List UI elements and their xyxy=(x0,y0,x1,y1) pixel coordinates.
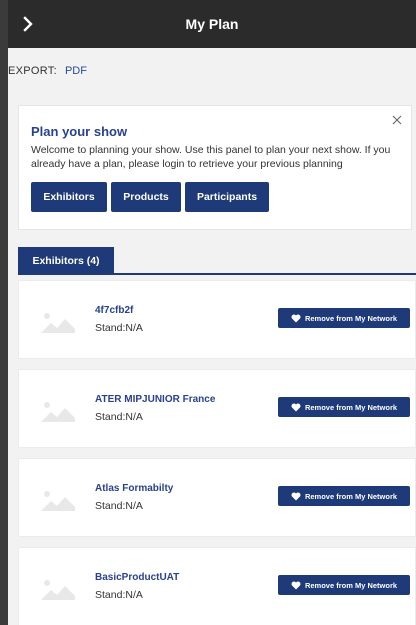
header-bar: My Plan xyxy=(8,0,416,48)
page-title: My Plan xyxy=(185,16,239,32)
plan-buttons: Exhibitors Products Participants xyxy=(31,182,269,212)
close-icon xyxy=(392,115,402,125)
image-placeholder-icon xyxy=(41,313,75,333)
collapse-panel-button[interactable] xyxy=(14,10,42,38)
chevron-right-icon xyxy=(23,16,33,32)
list-item: 4f7cfb2f Stand:N/A Remove from My Networ… xyxy=(18,280,416,359)
plan-description: Welcome to planning your show. Use this … xyxy=(31,144,391,170)
remove-from-network-button[interactable]: Remove from My Network xyxy=(278,575,410,595)
export-row: EXPORT: PDF xyxy=(8,48,416,94)
exhibitor-stand: Stand:N/A xyxy=(95,322,143,334)
left-edge-strip xyxy=(0,0,8,625)
remove-from-network-button[interactable]: Remove from My Network xyxy=(278,397,410,417)
close-plan-box-button[interactable] xyxy=(389,112,405,128)
remove-label: Remove from My Network xyxy=(304,580,398,590)
remove-label: Remove from My Network xyxy=(304,402,398,412)
exhibitor-name[interactable]: BasicProductUAT xyxy=(95,572,179,583)
exhibitor-list: 4f7cfb2f Stand:N/A Remove from My Networ… xyxy=(18,280,416,625)
participants-button[interactable]: Participants xyxy=(185,182,269,212)
products-button[interactable]: Products xyxy=(111,182,181,212)
heart-icon xyxy=(291,581,301,589)
export-label: EXPORT: xyxy=(8,65,57,77)
exhibitor-stand: Stand:N/A xyxy=(95,411,143,423)
list-item: ATER MIPJUNIOR France Stand:N/A Remove f… xyxy=(18,369,416,448)
exhibitors-button[interactable]: Exhibitors xyxy=(31,182,107,212)
plan-your-show-box: Plan your show Welcome to planning your … xyxy=(18,105,412,230)
image-placeholder-icon xyxy=(41,491,75,511)
list-item: BasicProductUAT Stand:N/A Remove from My… xyxy=(18,547,416,625)
exhibitor-name[interactable]: Atlas Formabilty xyxy=(95,483,173,494)
remove-label: Remove from My Network xyxy=(304,491,398,501)
heart-icon xyxy=(291,314,301,322)
tab-bar: Exhibitors (4) xyxy=(18,247,416,275)
heart-icon xyxy=(291,403,301,411)
remove-from-network-button[interactable]: Remove from My Network xyxy=(278,486,410,506)
exhibitor-name[interactable]: ATER MIPJUNIOR France xyxy=(95,394,215,405)
image-placeholder-icon xyxy=(41,580,75,600)
export-pdf-link[interactable]: PDF xyxy=(65,65,87,77)
heart-icon xyxy=(291,492,301,500)
remove-from-network-button[interactable]: Remove from My Network xyxy=(278,308,410,328)
exhibitor-stand: Stand:N/A xyxy=(95,589,143,601)
image-placeholder-icon xyxy=(41,402,75,422)
exhibitor-stand: Stand:N/A xyxy=(95,500,143,512)
list-item: Atlas Formabilty Stand:N/A Remove from M… xyxy=(18,458,416,537)
tab-exhibitors[interactable]: Exhibitors (4) xyxy=(18,247,114,275)
remove-label: Remove from My Network xyxy=(304,313,398,323)
exhibitor-name[interactable]: 4f7cfb2f xyxy=(95,305,133,316)
plan-title: Plan your show xyxy=(31,124,128,139)
